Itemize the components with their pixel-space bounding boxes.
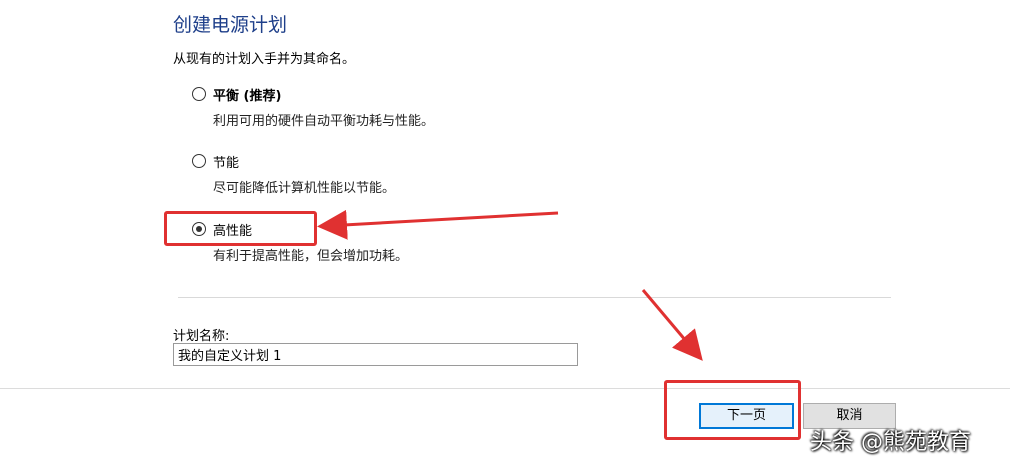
watermark: 头条 @熊苑教育 (810, 430, 971, 455)
annotation-arrows (317, 209, 703, 361)
annotation-arrow (641, 289, 703, 361)
annotation-arrow (317, 209, 559, 240)
